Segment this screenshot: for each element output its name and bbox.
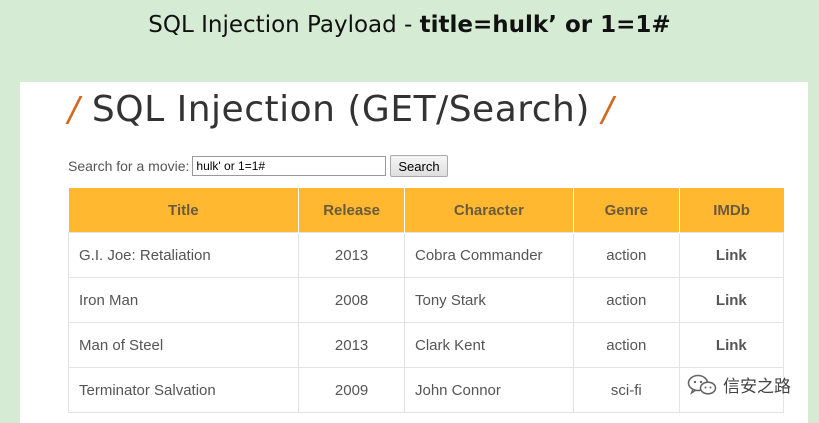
search-input[interactable]	[192, 156, 387, 176]
header-release: Release	[298, 188, 405, 233]
cell-title: Terminator Salvation	[67, 367, 300, 413]
cell-release: 2008	[298, 277, 405, 323]
imdb-link[interactable]: Link	[678, 322, 785, 368]
imdb-link[interactable]: Link	[678, 232, 785, 278]
table-row: Man of Steel 2013 Clark Kent action Link	[67, 322, 785, 368]
header-title: Title	[68, 188, 300, 233]
search-button[interactable]: Search	[390, 155, 448, 177]
cell-title: G.I. Joe: Retaliation	[67, 232, 300, 278]
cell-genre: sci-fi	[572, 367, 680, 413]
cell-genre: action	[572, 232, 680, 278]
cell-release: 2013	[298, 322, 405, 368]
table-row: Terminator Salvation 2009 John Connor sc…	[67, 367, 785, 413]
cell-release: 2013	[298, 232, 405, 278]
heading-slash-right: /	[601, 90, 614, 130]
cell-title: Iron Man	[67, 277, 300, 323]
page-heading: / SQL Injection (GET/Search) /	[68, 88, 614, 132]
cell-character: Tony Stark	[403, 277, 574, 323]
cell-title: Man of Steel	[67, 322, 300, 368]
heading-slash-left: /	[68, 90, 80, 130]
wechat-icon	[687, 374, 717, 395]
slide-title-prefix: SQL Injection Payload -	[148, 12, 420, 38]
movies-table: Title Release Character Genre IMDb G.I. …	[67, 188, 785, 413]
watermark: 信安之路	[687, 372, 791, 397]
table-row: G.I. Joe: Retaliation 2013 Cobra Command…	[67, 232, 785, 278]
heading-text: SQL Injection (GET/Search)	[91, 89, 590, 130]
cell-release: 2009	[298, 367, 405, 413]
search-label: Search for a movie:	[68, 158, 190, 174]
slide-title-payload: title=hulk’ or 1=1#	[419, 12, 671, 38]
cell-genre: action	[572, 322, 680, 368]
header-imdb: IMDb	[679, 188, 784, 233]
cell-character: Clark Kent	[403, 322, 574, 368]
watermark-text: 信安之路	[723, 377, 791, 397]
header-character: Character	[404, 188, 574, 233]
slide-title: SQL Injection Payload - title=hulk’ or 1…	[0, 8, 819, 42]
table-row: Iron Man 2008 Tony Stark action Link	[67, 277, 785, 323]
cell-character: Cobra Commander	[403, 232, 574, 278]
table-header-row: Title Release Character Genre IMDb	[68, 188, 784, 233]
search-form: Search for a movie: Search	[68, 154, 448, 178]
imdb-link[interactable]: Link	[678, 277, 785, 323]
cell-genre: action	[572, 277, 680, 323]
cell-character: John Connor	[403, 367, 574, 413]
header-genre: Genre	[573, 188, 680, 233]
